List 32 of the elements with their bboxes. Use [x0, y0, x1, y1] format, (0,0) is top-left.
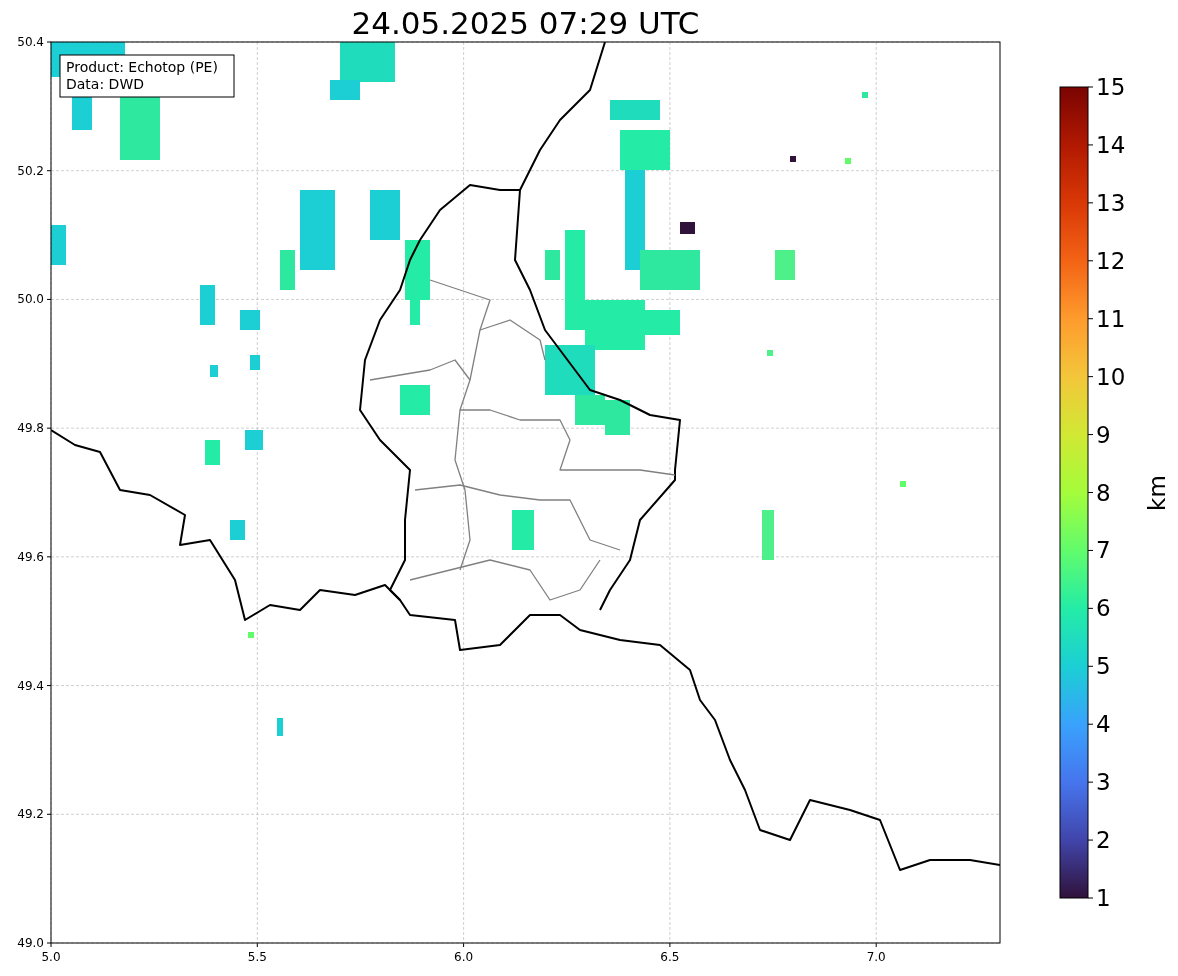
colorbar-tick-label: 3 — [1096, 769, 1111, 796]
colorbar-tick-label: 12 — [1096, 247, 1126, 274]
y-tick-label: 49.4 — [17, 678, 44, 693]
colorbar-tick-label: 1 — [1096, 885, 1111, 911]
y-tick-label: 49.2 — [17, 807, 44, 822]
chart-title: 24.05.2025 07:29 UTC — [351, 5, 700, 41]
colorbar-tick-label: 10 — [1096, 363, 1126, 390]
colorbar-label: km — [1144, 475, 1170, 511]
colorbar-tick-label: 6 — [1096, 595, 1111, 622]
x-tick-label: 7.0 — [866, 950, 886, 964]
y-tick-label: 50.4 — [17, 35, 44, 49]
y-tick-label: 49.6 — [17, 549, 44, 564]
colorbar-tick-label: 15 — [1096, 74, 1126, 100]
colorbar-tick-label: 4 — [1096, 711, 1111, 738]
y-tick-label: 50.2 — [17, 163, 44, 178]
colorbar-tick-label: 2 — [1096, 827, 1111, 854]
x-tick-label: 6.5 — [660, 950, 680, 964]
x-tick-label: 5.0 — [41, 950, 61, 964]
colorbar-tick-label: 9 — [1096, 421, 1111, 448]
colorbar-tick-label: 8 — [1096, 479, 1111, 506]
colorbar-tick-label: 13 — [1096, 189, 1126, 216]
colorbar-tick-label: 11 — [1096, 305, 1126, 332]
colorbar-tick-label: 7 — [1096, 537, 1111, 564]
info-text: Product: Echotop (PE) — [66, 59, 218, 75]
y-tick-label: 50.0 — [17, 292, 44, 307]
y-tick-label: 49.8 — [17, 421, 44, 436]
colorbar-tick-label: 5 — [1096, 653, 1111, 680]
info-text: Data: DWD — [66, 76, 144, 92]
y-tick-label: 49.0 — [17, 936, 44, 950]
x-tick-label: 5.5 — [247, 950, 267, 964]
x-tick-label: 6.0 — [454, 950, 474, 964]
colorbar-tick-label: 14 — [1096, 131, 1126, 158]
